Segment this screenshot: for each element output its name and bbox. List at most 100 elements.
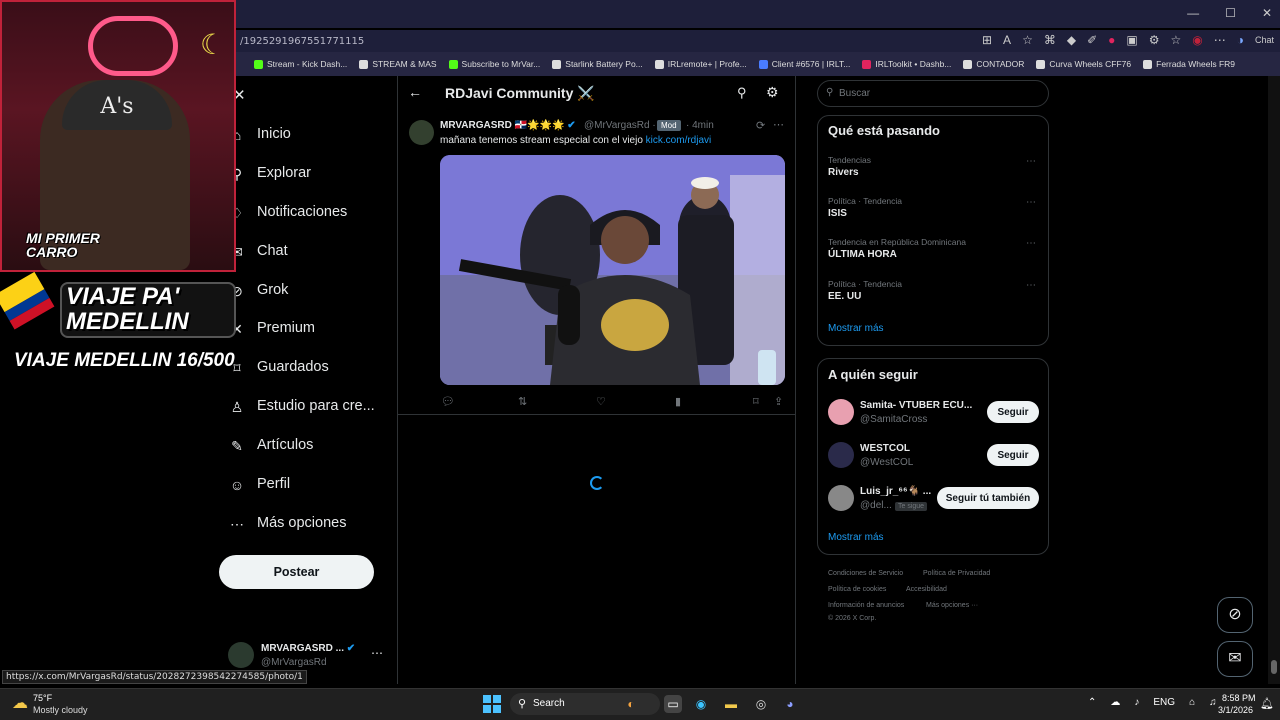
more-icon[interactable]: ⋯ xyxy=(773,118,784,131)
task-view-icon[interactable]: ▭ xyxy=(664,695,682,713)
trend-name[interactable]: ÚLTIMA HORA xyxy=(828,249,897,260)
more-icon[interactable]: ⋯ xyxy=(371,646,383,660)
avatar[interactable] xyxy=(828,442,854,468)
article-icon[interactable]: ✎ xyxy=(229,438,245,454)
views-icon[interactable]: ▮ xyxy=(675,395,681,408)
bookmark-item[interactable]: Stream - Kick Dash... xyxy=(254,59,347,69)
address-bar[interactable]: /1925291967551771115 ⊞ A ☆ ⌘ ◆ ✐ ● ▣ ⚙ ☆… xyxy=(236,30,1280,52)
trend-name[interactable]: EE. UU xyxy=(828,291,861,302)
chevron-up-icon[interactable]: ⌃ xyxy=(1088,697,1096,708)
messages-fab-icon[interactable]: ✉ xyxy=(1217,641,1253,677)
sidebar-item-6[interactable]: Guardados xyxy=(257,359,329,375)
follow-name[interactable]: Samita- VTUBER ECU... xyxy=(860,400,972,411)
chat-label[interactable]: Chat xyxy=(1255,35,1274,45)
share-icon[interactable]: ⇪ xyxy=(774,395,783,408)
grok-fab-icon[interactable]: ⊘ xyxy=(1217,597,1253,633)
clock-time[interactable]: 8:58 PM xyxy=(1222,693,1256,703)
extension-icon[interactable]: ▣ xyxy=(1126,33,1137,47)
more-icon[interactable]: ⋯ xyxy=(1026,197,1036,208)
sidebar-item-7[interactable]: Estudio para cre... xyxy=(257,398,375,414)
footer-link[interactable]: Condiciones de Servicio xyxy=(828,570,903,577)
gear-icon[interactable]: ⚙ xyxy=(766,84,779,101)
sidebar-item-8[interactable]: Artículos xyxy=(257,437,313,453)
profile-icon[interactable]: ☺ xyxy=(229,477,245,493)
avatar[interactable] xyxy=(409,120,434,145)
follow-name[interactable]: Luis_jr_⁶⁶🐐 ... xyxy=(860,486,931,497)
post-handle[interactable]: @MrVargasRd · xyxy=(584,120,656,131)
weather-desc[interactable]: Mostly cloudy xyxy=(33,705,88,715)
sidebar-item-10[interactable]: Más opciones xyxy=(257,515,346,531)
bookmark-icon[interactable]: ⌑ xyxy=(753,395,759,408)
favorites-icon[interactable]: ☆ xyxy=(1170,33,1181,47)
follow-button[interactable]: Seguir tú también xyxy=(937,487,1039,509)
apps-icon[interactable]: ⊞ xyxy=(982,33,992,47)
repost-icon[interactable]: ⇅ xyxy=(518,395,527,408)
volume-icon[interactable]: ♫ xyxy=(1209,697,1217,708)
extension-icon[interactable]: ◆ xyxy=(1067,33,1076,47)
footer-link[interactable]: Accesibilidad xyxy=(906,586,947,593)
account-switcher[interactable]: MRVARGASRD ... ✔ @MrVargasRd ⋯ xyxy=(228,640,388,674)
extension-icon[interactable]: ✐ xyxy=(1087,33,1097,47)
sidebar-item-9[interactable]: Perfil xyxy=(257,476,290,492)
page-scrollbar[interactable] xyxy=(1268,76,1280,684)
sidebar-item-1[interactable]: Explorar xyxy=(257,165,311,181)
weather-temp[interactable]: 75°F xyxy=(33,693,52,703)
trend-name[interactable]: ISIS xyxy=(828,208,847,219)
network-icon[interactable]: ⌂ xyxy=(1189,697,1195,708)
post-image[interactable] xyxy=(440,155,785,385)
post-author[interactable]: MRVARGASRD 🇩🇴🌟🌟🌟 ✔ xyxy=(440,120,576,131)
copilot-icon[interactable]: ◑ xyxy=(1237,33,1244,47)
footer-link[interactable]: Información de anuncios xyxy=(828,602,904,609)
file-explorer-icon[interactable]: ▬ xyxy=(722,695,740,713)
back-arrow-icon[interactable]: ← xyxy=(408,84,422,100)
avatar[interactable] xyxy=(828,399,854,425)
more-icon[interactable]: ⋯ xyxy=(1026,280,1036,291)
minimize-button[interactable]: — xyxy=(1187,6,1199,20)
search-icon[interactable]: ⚲ xyxy=(737,85,747,101)
sidebar-item-5[interactable]: Premium xyxy=(257,320,315,336)
show-more-trends-link[interactable]: Mostrar más xyxy=(828,323,884,334)
bookmark-item[interactable]: Subscribe to MrVar... xyxy=(448,59,540,69)
bookmark-item[interactable]: CONTADOR xyxy=(963,59,1024,69)
post-link[interactable]: kick.com/rdjavi xyxy=(646,135,712,146)
extension-icon[interactable]: ⌘ xyxy=(1044,33,1056,47)
obs-icon[interactable]: ◎ xyxy=(752,695,770,713)
post-button[interactable]: Postear xyxy=(219,555,374,589)
extension-icon[interactable]: ⚙ xyxy=(1149,33,1160,47)
extension-icon[interactable]: ● xyxy=(1108,33,1115,47)
weather-cloud-icon[interactable]: ☁ xyxy=(12,693,28,713)
follow-name[interactable]: WESTCOL xyxy=(860,443,910,454)
sidebar-item-2[interactable]: Notificaciones xyxy=(257,204,347,220)
clock-date[interactable]: 3/1/2026 xyxy=(1218,705,1253,715)
bookmark-item[interactable]: Ferrada Wheels FR9 xyxy=(1143,59,1235,69)
bookmark-item[interactable]: Starlink Battery Po... xyxy=(552,59,643,69)
like-icon[interactable]: ♡ xyxy=(596,395,606,408)
windows-start-icon[interactable] xyxy=(483,695,501,713)
post-time[interactable]: · 4min xyxy=(686,120,714,131)
read-aloud-icon[interactable]: A xyxy=(1003,33,1011,47)
bookmark-item[interactable]: Curva Wheels CFF76 xyxy=(1036,59,1131,69)
show-more-follow-link[interactable]: Mostrar más xyxy=(828,532,884,543)
edge-icon[interactable]: ◉ xyxy=(692,695,710,713)
bookmark-item[interactable]: IRLremote+ | Profe... xyxy=(654,59,747,69)
favorite-star-icon[interactable]: ☆ xyxy=(1022,33,1033,47)
footer-link[interactable]: Política de Privacidad xyxy=(923,570,990,577)
reply-icon[interactable]: 💬︎ xyxy=(441,395,455,408)
trend-name[interactable]: Rivers xyxy=(828,167,859,178)
bookmark-item[interactable]: IRLToolkit • Dashb... xyxy=(862,59,951,69)
search-highlight-icon[interactable]: ◐ xyxy=(622,695,640,713)
sidebar-item-4[interactable]: Grok xyxy=(257,282,288,298)
sidebar-item-0[interactable]: Inicio xyxy=(257,126,291,142)
notification-bell-icon[interactable]: 🔔︎ xyxy=(1260,697,1274,710)
more-menu-icon[interactable]: ⋯ xyxy=(1214,33,1226,47)
more-circle-icon[interactable]: ⋯ xyxy=(229,516,245,532)
avatar[interactable] xyxy=(828,485,854,511)
language-indicator[interactable]: ENG xyxy=(1153,697,1175,708)
bookmark-item[interactable]: Client #6576 | IRLT... xyxy=(758,59,850,69)
discord-icon[interactable]: ◕ xyxy=(781,695,799,713)
microphone-icon[interactable]: ♪ xyxy=(1134,697,1139,708)
follow-button[interactable]: Seguir xyxy=(987,401,1039,423)
grok-icon[interactable]: ⟳ xyxy=(756,119,765,132)
close-button[interactable]: ✕ xyxy=(1262,6,1272,20)
profile-avatar-icon[interactable]: ◉ xyxy=(1192,33,1202,47)
